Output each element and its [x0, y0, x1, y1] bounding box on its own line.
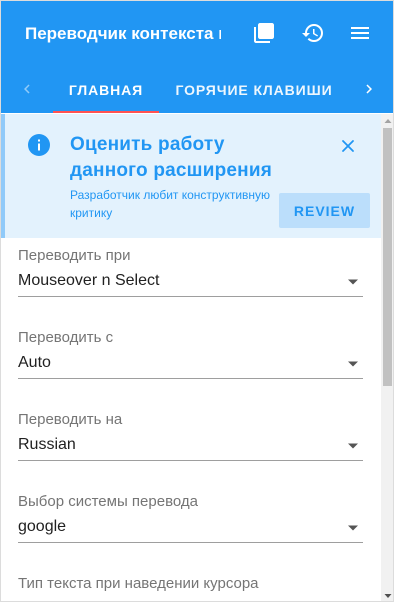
info-icon: [27, 133, 51, 157]
field-label: Переводить с: [18, 329, 114, 346]
select-translate-to[interactable]: Переводить на Russian: [18, 410, 363, 468]
field-label: Выбор системы перевода: [18, 493, 198, 510]
field-underline: [18, 460, 363, 461]
field-underline: [18, 542, 363, 543]
scroll-down-arrow-icon[interactable]: [381, 589, 393, 601]
tab-bar: ГЛАВНАЯ ГОРЯЧИЕ КЛАВИШИ: [1, 65, 393, 113]
select-translation-engine[interactable]: Выбор системы перевода google: [18, 492, 363, 550]
app-bar: Переводчик контекста м: [1, 1, 393, 65]
active-tab-indicator: [53, 111, 159, 113]
dropdown-arrow-icon[interactable]: [347, 439, 359, 451]
select-hover-text-type[interactable]: Тип текста при наведении курсора: [18, 574, 363, 601]
select-translate-from[interactable]: Переводить с Auto: [18, 328, 363, 386]
review-button[interactable]: REVIEW: [279, 193, 370, 228]
close-icon[interactable]: [337, 135, 359, 157]
library-icon[interactable]: [250, 19, 278, 47]
field-value: Russian: [18, 436, 76, 453]
tabs-prev-chevron-icon[interactable]: [15, 65, 39, 113]
field-value: Mouseover n Select: [18, 272, 160, 289]
field-underline: [18, 296, 363, 297]
tab-hotkeys[interactable]: ГОРЯЧИЕ КЛАВИШИ: [171, 65, 337, 113]
scroll-up-arrow-icon[interactable]: [381, 114, 393, 128]
history-icon[interactable]: [299, 19, 327, 47]
dropdown-arrow-icon[interactable]: [347, 275, 359, 287]
dropdown-arrow-icon[interactable]: [347, 357, 359, 369]
scrollbar-thumb[interactable]: [383, 128, 392, 386]
field-value: Auto: [18, 354, 51, 371]
field-label: Переводить при: [18, 247, 131, 264]
banner-title: Оценить работу данного расширения: [70, 134, 273, 181]
field-underline: [18, 378, 363, 379]
banner-subtitle: Разработчик любит конструктивную критику: [70, 188, 271, 220]
field-label: Переводить на: [18, 411, 123, 428]
select-translate-when[interactable]: Переводить при Mouseover n Select: [18, 246, 363, 304]
app-title: Переводчик контекста м: [25, 24, 221, 43]
field-value: google: [18, 518, 67, 535]
field-label: Тип текста при наведении курсора: [18, 575, 259, 592]
dropdown-arrow-icon[interactable]: [347, 521, 359, 533]
tabs-next-chevron-icon[interactable]: [357, 65, 381, 113]
extension-popup: Переводчик контекста м ГЛАВНАЯ ГОРЯЧИЕ К…: [0, 0, 394, 602]
tab-main[interactable]: ГЛАВНАЯ: [57, 65, 155, 113]
menu-icon[interactable]: [346, 19, 374, 47]
